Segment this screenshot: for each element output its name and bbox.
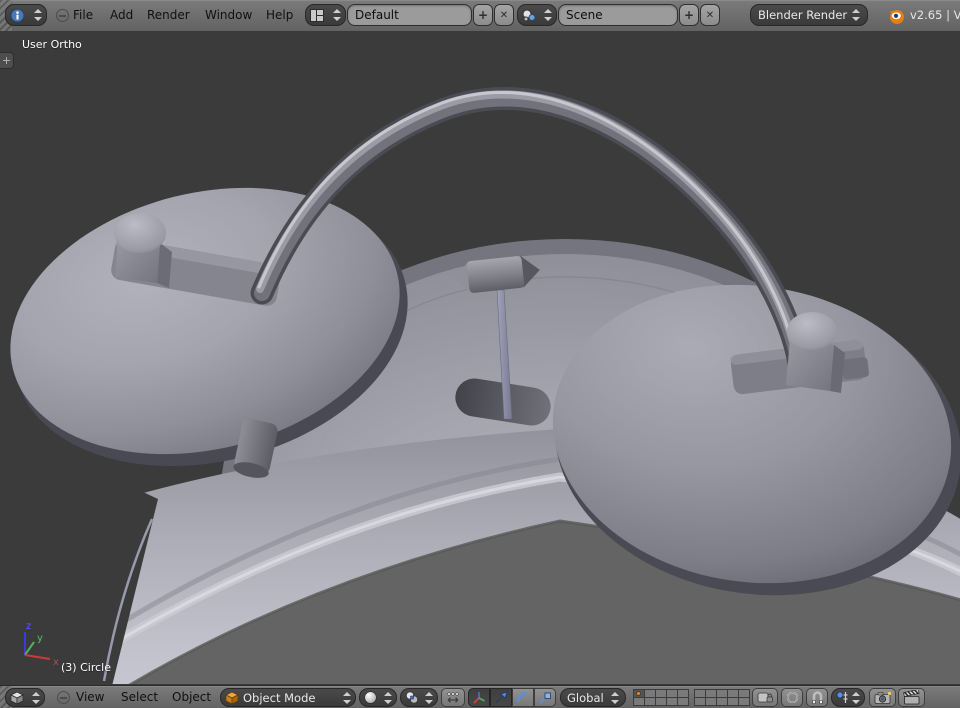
scale-icon	[538, 691, 552, 705]
manipulator-rotate-button[interactable]	[512, 688, 534, 707]
stepper-icon	[851, 9, 860, 21]
axis-y-label: y	[37, 633, 43, 644]
close-icon: ✕	[500, 10, 508, 21]
view-name-label: User Ortho	[22, 38, 82, 51]
stepper-icon	[332, 9, 341, 21]
snap-magnet-icon	[811, 691, 824, 705]
stepper-icon	[851, 692, 860, 704]
stepper-icon	[424, 692, 433, 704]
active-object-label: (3) Circle	[61, 661, 111, 674]
opengl-render-camera-icon	[874, 691, 892, 705]
stepper-icon	[383, 692, 392, 704]
snap-element-icon	[836, 691, 849, 704]
opengl-anim-clapper-icon	[903, 690, 921, 705]
layer-toggle[interactable]	[738, 697, 750, 706]
close-icon: ✕	[706, 10, 714, 21]
proportional-edit-toggle[interactable]	[781, 688, 803, 707]
scene-name-field[interactable]: Scene	[558, 4, 678, 26]
delete-scene-button[interactable]: ✕	[700, 4, 720, 26]
plus-icon: +	[478, 8, 488, 22]
view3d-editor-icon	[10, 691, 24, 705]
transform-orientation-dropdown[interactable]: Global	[560, 688, 626, 707]
toolshelf-expand-tab[interactable]: +	[0, 52, 14, 69]
opengl-render-button[interactable]	[869, 688, 896, 707]
axis-z-label: z	[26, 621, 31, 632]
stepper-icon	[31, 692, 40, 704]
layout-name-field[interactable]: Default	[347, 4, 472, 26]
viewport-shading-dropdown[interactable]	[359, 688, 397, 707]
screen-layout-selector[interactable]	[305, 4, 346, 26]
layers-grid-right	[694, 689, 749, 705]
add-scene-button[interactable]: +	[679, 4, 699, 26]
render-engine-dropdown[interactable]: Blender Render	[750, 4, 868, 26]
layout-name-value: Default	[355, 8, 399, 22]
delete-layout-button[interactable]: ✕	[494, 4, 514, 26]
proportional-edit-icon	[786, 691, 799, 704]
collapse-menus-icon[interactable]	[56, 9, 69, 22]
viewport-3d[interactable]: z y x User Ortho + (3) Circle	[0, 31, 960, 684]
layout-icon	[310, 9, 324, 22]
blender-window: File Add Render Window Help Default + ✕	[0, 0, 960, 708]
stepper-icon	[342, 692, 351, 704]
opengl-render-anim-button[interactable]	[898, 688, 925, 707]
manipulator-translate-button[interactable]	[490, 688, 512, 707]
blender-logo-icon	[886, 6, 905, 25]
interaction-mode-value: Object Mode	[239, 691, 342, 705]
editor-type-selector-info[interactable]	[5, 4, 47, 26]
add-layout-button[interactable]: +	[473, 4, 493, 26]
layers-grid-left	[633, 689, 688, 705]
snap-element-dropdown[interactable]	[831, 688, 865, 707]
menu-object[interactable]: Object	[172, 686, 211, 708]
menu-render[interactable]: Render	[147, 0, 190, 31]
left-bell-screw[interactable]	[114, 213, 172, 288]
manipulator-axes-icon	[472, 691, 486, 705]
layer-toggle[interactable]	[677, 697, 689, 706]
version-text: v2.65 | V	[910, 0, 960, 31]
editor-type-selector-3dview[interactable]	[5, 688, 45, 707]
collapse-menus-icon[interactable]	[57, 691, 70, 704]
center-points-icon	[445, 691, 461, 705]
info-header: File Add Render Window Help Default + ✕	[0, 0, 960, 32]
pivot-point-icon	[405, 691, 419, 704]
scene-icon	[522, 9, 536, 22]
snap-toggle[interactable]	[806, 688, 828, 707]
menu-view[interactable]: View	[76, 686, 104, 708]
viewport-shading-icon	[364, 691, 377, 704]
scene-selector[interactable]	[517, 4, 557, 26]
scene-lock-toggle[interactable]	[752, 688, 778, 707]
interaction-mode-dropdown[interactable]: Object Mode	[220, 688, 356, 707]
pivot-point-dropdown[interactable]	[400, 688, 438, 707]
plus-icon: +	[684, 8, 694, 22]
menu-help[interactable]: Help	[266, 0, 293, 31]
viewport-3d-canvas[interactable]: z y x	[0, 31, 960, 684]
manipulate-center-points-toggle[interactable]	[441, 688, 465, 707]
menu-window[interactable]: Window	[205, 0, 252, 31]
stepper-icon	[33, 9, 42, 21]
stepper-icon	[610, 692, 619, 704]
rotate-icon	[516, 691, 530, 705]
object-mode-icon	[225, 691, 239, 705]
scene-name-value: Scene	[566, 8, 603, 22]
plus-icon: +	[2, 54, 11, 67]
orientation-value: Global	[567, 691, 604, 705]
view3d-header: View Select Object Object Mode	[0, 685, 960, 708]
stepper-icon	[543, 9, 552, 21]
menu-select[interactable]: Select	[121, 686, 158, 708]
manipulator-scale-button[interactable]	[534, 688, 556, 707]
scene-lock-icon	[757, 691, 774, 705]
info-icon	[10, 8, 25, 23]
render-engine-value: Blender Render	[758, 8, 847, 22]
menu-file[interactable]: File	[73, 0, 93, 31]
translate-icon	[494, 691, 508, 705]
manipulator-toggle[interactable]	[468, 688, 490, 707]
axis-x-label: x	[53, 657, 59, 668]
menu-add[interactable]: Add	[110, 0, 133, 31]
